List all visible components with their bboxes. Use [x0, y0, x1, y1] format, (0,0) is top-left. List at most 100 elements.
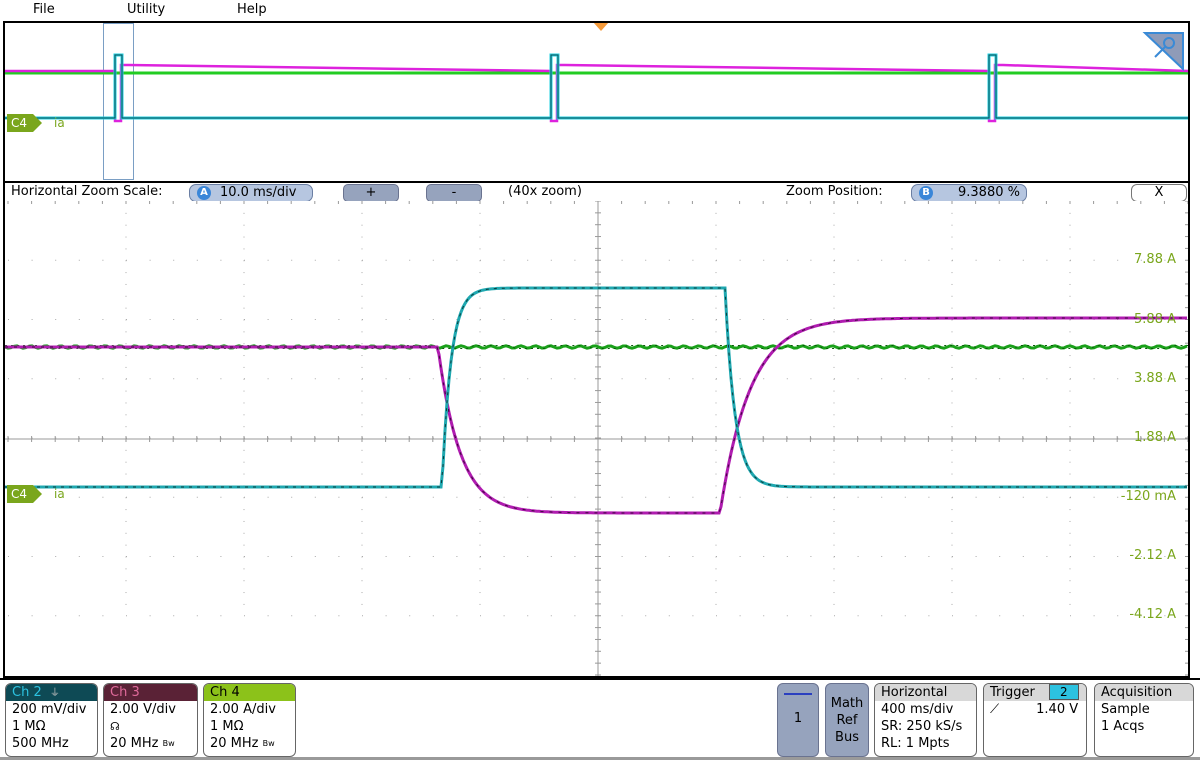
grid-dot [763, 319, 765, 320]
grid-dot [173, 319, 175, 320]
zoom-in-button[interactable]: + [343, 184, 399, 202]
grid-dot [810, 556, 812, 557]
math-ref-bus-button[interactable]: Math Ref Bus [825, 683, 869, 757]
grid-dot [904, 259, 906, 261]
overview-channel-4-marker[interactable]: C4 [7, 114, 43, 132]
channel-4-badge[interactable]: Ch 4 2.00 A/div 1 MΩ 20 MHz Bw [203, 683, 296, 757]
grid-dot [125, 580, 127, 582]
grid-dot [125, 449, 127, 451]
close-zoom-button[interactable]: X [1131, 184, 1187, 202]
grid-dot [149, 259, 151, 261]
grid-dot [621, 615, 623, 617]
channel-3-scale: 2.00 V/div [110, 702, 176, 717]
y-axis-label: 3.88 A [1134, 371, 1176, 386]
grid-dot [668, 496, 670, 498]
grid-dot [739, 378, 741, 380]
grid-dot [574, 496, 576, 498]
grid-dot [1046, 259, 1048, 261]
grid-dot [951, 461, 953, 463]
zoom-handle-icon[interactable] [1142, 32, 1184, 72]
grid-dot [952, 496, 953, 498]
grid-dot [125, 473, 127, 475]
grid-dot [527, 259, 529, 261]
grid-dot [31, 556, 33, 557]
menu-utility[interactable]: Utility [127, 2, 165, 17]
grid-dot [1069, 366, 1071, 368]
grid-dot [715, 473, 717, 475]
grid-dot [739, 319, 741, 320]
overview-waveform-panel[interactable]: C4 ia [3, 21, 1190, 181]
zoom-out-button[interactable]: - [426, 184, 482, 202]
grid-dot [833, 509, 835, 511]
grid-dot [291, 496, 293, 498]
grid-dot [55, 378, 57, 380]
grid-dot [786, 259, 788, 261]
menu-file[interactable]: File [33, 2, 55, 17]
grid-dot [951, 366, 953, 368]
grid-dot [621, 259, 623, 261]
grid-dot [715, 295, 717, 297]
grid-dot [881, 259, 883, 261]
channel-4-header: Ch 4 [204, 684, 295, 701]
channel-2-badge[interactable]: Ch 2 ⏚ 200 mV/div 1 MΩ 500 MHz [5, 683, 98, 757]
trigger-badge[interactable]: Trigger 2 ⟋ 1.40 V [983, 683, 1087, 757]
grid-dot [125, 248, 127, 250]
grid-dot [550, 378, 552, 380]
grid-dot [78, 319, 80, 320]
add-waveform-button[interactable]: 1 [777, 683, 819, 757]
grid-dot [715, 603, 717, 605]
grid-dot [574, 319, 576, 320]
grid-dot [409, 259, 411, 261]
grid-dot [716, 556, 717, 557]
channel-4-marker[interactable]: C4 [7, 485, 43, 503]
grid-dot [692, 259, 694, 261]
grid-dot [55, 615, 57, 617]
grid-dot [479, 603, 481, 605]
grid-dot [385, 319, 387, 320]
grid-dot [833, 402, 835, 404]
grid-dot [126, 319, 127, 320]
grid-dot [881, 615, 883, 617]
grid-dot [125, 355, 127, 357]
grid-dot [668, 615, 670, 617]
grid-dot [479, 509, 481, 511]
grid-dot [715, 283, 717, 285]
grid-dot [244, 319, 245, 320]
channel-3-badge[interactable]: Ch 3 2.00 V/div ☊ 20 MHz Bw [103, 683, 198, 757]
grid-dot [480, 378, 481, 380]
waveform-traces [5, 286, 1188, 515]
grid-dot [1070, 615, 1071, 617]
grid-dot [550, 615, 552, 617]
grid-dot [243, 402, 245, 404]
grid-dot [125, 544, 127, 546]
grid-dot [999, 259, 1001, 261]
grid-dot [952, 259, 953, 261]
grid-dot [125, 390, 127, 392]
grid-dot [480, 496, 481, 498]
grid-dot [125, 568, 127, 570]
grid-dot [78, 496, 80, 498]
grid-dot [715, 568, 717, 570]
horizontal-badge[interactable]: Horizontal 400 ms/div SR: 250 kS/s RL: 1… [874, 683, 977, 757]
menu-help[interactable]: Help [237, 2, 267, 17]
grid-dot [833, 580, 835, 582]
horizontal-title: Horizontal [875, 684, 976, 701]
grid-dot [1069, 307, 1071, 309]
grid-dot [409, 378, 411, 380]
grid-dot [715, 449, 717, 451]
zoom-scale-control[interactable]: A 10.0 ms/div [189, 184, 313, 202]
sample-rate: SR: 250 kS/s [881, 719, 963, 734]
grid-dot [1069, 283, 1071, 285]
grid-dot [1069, 473, 1071, 475]
grid-dot [125, 366, 127, 368]
zoom-position-label: Zoom Position: [786, 184, 883, 199]
zoomed-waveform-view[interactable]: 7.88 A 5.88 A 3.88 A 1.88 A -120 mA -2.1… [3, 201, 1190, 678]
acquisition-badge[interactable]: Acquisition Sample 1 Acqs [1094, 683, 1194, 757]
grid-dot [904, 496, 906, 498]
grid-dot [196, 556, 198, 557]
grid-dot [715, 592, 717, 594]
zoom-position-control[interactable]: B 9.3880 % [911, 184, 1027, 202]
grid-dot [8, 378, 9, 380]
grid-dot [362, 496, 363, 498]
grid-dot [951, 592, 953, 594]
